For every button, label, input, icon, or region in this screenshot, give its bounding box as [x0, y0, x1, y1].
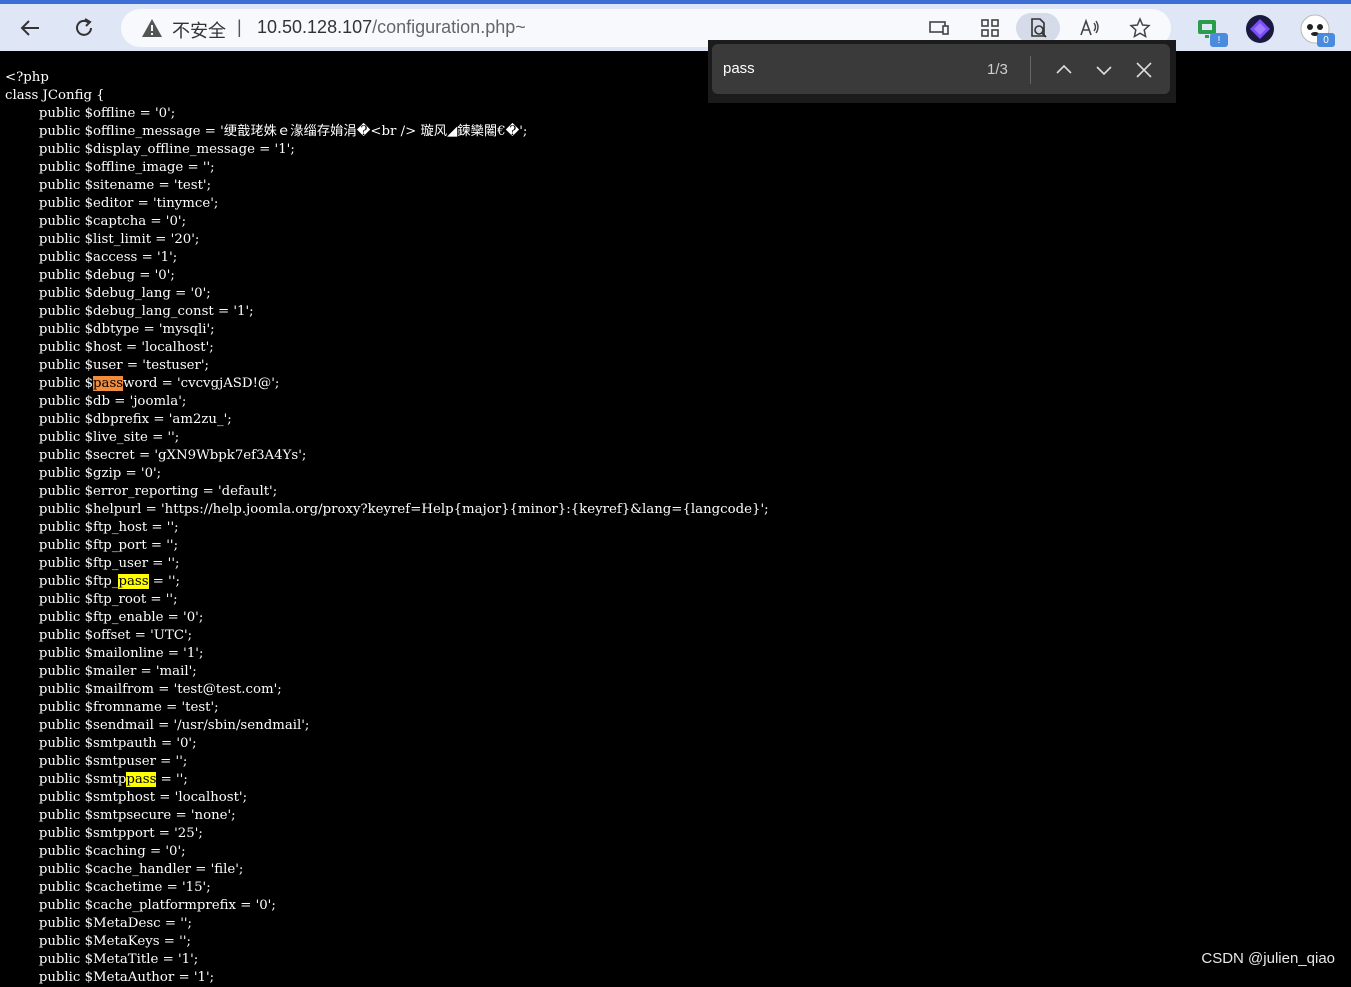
code-line: public $offset = 'UTC';	[5, 628, 193, 643]
code-line: public $cache_platformprefix = '0';	[5, 898, 276, 913]
code-line: public $MetaAuthor = '1';	[5, 970, 215, 985]
code-line: public $offline = '0';	[5, 106, 176, 121]
find-match-count: 1/3	[987, 61, 1008, 78]
find-divider	[1030, 56, 1031, 84]
security-label[interactable]: 不安全	[172, 17, 226, 43]
apps-grid-icon[interactable]	[975, 13, 1005, 43]
code-line: public $mailer = 'mail';	[5, 664, 197, 679]
back-button[interactable]	[12, 10, 48, 46]
diamond-logo-icon	[1246, 15, 1274, 43]
code-line: public $ftp_root = '';	[5, 592, 178, 607]
code-line: public $mailfrom = 'test@test.com';	[5, 682, 282, 697]
code-line: public $ftp_port = '';	[5, 538, 179, 553]
extension-purple[interactable]	[1244, 13, 1276, 45]
app-available-icon[interactable]	[924, 13, 954, 43]
code-line: public $caching = '0';	[5, 844, 186, 859]
code-line: public $ftp_pass = '';	[5, 574, 180, 589]
address-separator: |	[237, 17, 242, 37]
code-line: public $debug_lang_const = '1';	[5, 304, 254, 319]
code-line: public $mailonline = '1';	[5, 646, 204, 661]
extension-badge-alert: !	[1210, 33, 1228, 47]
code-line: public $cachetime = '15';	[5, 880, 211, 895]
code-line: public $gzip = '0';	[5, 466, 162, 481]
find-in-page-icon[interactable]	[1016, 13, 1060, 43]
find-bar: pass 1/3	[708, 40, 1176, 103]
code-line: public $host = 'localhost';	[5, 340, 214, 355]
back-arrow-icon	[20, 20, 39, 36]
url-text[interactable]: 10.50.128.107/configuration.php~	[257, 17, 526, 38]
close-icon	[1136, 62, 1152, 78]
reload-icon	[76, 18, 92, 36]
find-input[interactable]: pass	[723, 60, 755, 77]
code-line: public $smtpsecure = 'none';	[5, 808, 236, 823]
code-line: public $dbtype = 'mysqli';	[5, 322, 215, 337]
code-line: public $smtpauth = '0';	[5, 736, 197, 751]
chevron-down-icon	[1096, 66, 1112, 76]
code-line: public $cache_handler = 'file';	[5, 862, 244, 877]
code-line: public $ftp_host = '';	[5, 520, 179, 535]
code-line: public $ftp_enable = '0';	[5, 610, 204, 625]
current-search-match: pass	[93, 376, 124, 391]
url-path: /configuration.php~	[372, 17, 526, 37]
extension-monitor[interactable]: !	[1192, 13, 1228, 47]
extension-panda[interactable]: 0	[1299, 13, 1335, 47]
code-line: public $secret = 'gXN9Wbpk7ef3A4Ys';	[5, 448, 307, 463]
code-line: public $offline_message = '绠戠珯姝ｅ湪缁存姢涓�<b…	[5, 124, 528, 139]
url-host: 10.50.128.107	[257, 17, 373, 37]
code-line: public $editor = 'tinymce';	[5, 196, 219, 211]
code-line: public $display_offline_message = '1';	[5, 142, 295, 157]
code-line: public $helpurl = 'https://help.joomla.o…	[5, 502, 769, 517]
code-line: public $live_site = '';	[5, 430, 180, 445]
code-line: public $debug_lang = '0';	[5, 286, 211, 301]
code-line: public $smtphost = 'localhost';	[5, 790, 248, 805]
code-line: public $MetaDesc = '';	[5, 916, 192, 931]
code-line: public $user = 'testuser';	[5, 358, 210, 373]
search-match: pass	[118, 574, 149, 589]
code-line: public $ftp_user = '';	[5, 556, 180, 571]
code-line: public $access = '1';	[5, 250, 178, 265]
find-next-button[interactable]	[1090, 56, 1118, 84]
code-line: public $MetaKeys = '';	[5, 934, 191, 949]
warning-icon	[142, 19, 162, 37]
find-bar-panel: pass 1/3	[712, 44, 1170, 94]
code-line: public $MetaTitle = '1';	[5, 952, 199, 967]
extension-badge-count: 0	[1317, 33, 1335, 47]
code-line: public $sendmail = '/usr/sbin/sendmail';	[5, 718, 310, 733]
source-code-view: <?php class JConfig { public $offline = '…	[5, 69, 1345, 987]
find-previous-button[interactable]	[1050, 56, 1078, 84]
chevron-up-icon	[1056, 64, 1072, 74]
code-line: public $fromname = 'test';	[5, 700, 219, 715]
code-line: public $db = 'joomla';	[5, 394, 187, 409]
code-line: public $sitename = 'test';	[5, 178, 212, 193]
find-close-button[interactable]	[1130, 56, 1158, 84]
code-line: public $captcha = '0';	[5, 214, 187, 229]
code-line: public $offline_image = '';	[5, 160, 215, 175]
code-line: public $error_reporting = 'default';	[5, 484, 278, 499]
watermark: CSDN @julien_qiao	[1201, 950, 1335, 967]
code-line: public $debug = '0';	[5, 268, 175, 283]
code-line: public $dbprefix = 'am2zu_';	[5, 412, 232, 427]
reload-button[interactable]	[66, 10, 102, 46]
code-line: public $password = 'cvcvgjASD!@';	[5, 376, 280, 391]
search-match: pass	[126, 772, 157, 787]
code-line: public $smtpport = '25';	[5, 826, 203, 841]
read-aloud-icon[interactable]	[1075, 13, 1105, 43]
code-line: public $smtppass = '';	[5, 772, 188, 787]
favorite-star-icon[interactable]	[1125, 13, 1155, 43]
code-line: public $smtpuser = '';	[5, 754, 188, 769]
code-line: public $list_limit = '20';	[5, 232, 200, 247]
